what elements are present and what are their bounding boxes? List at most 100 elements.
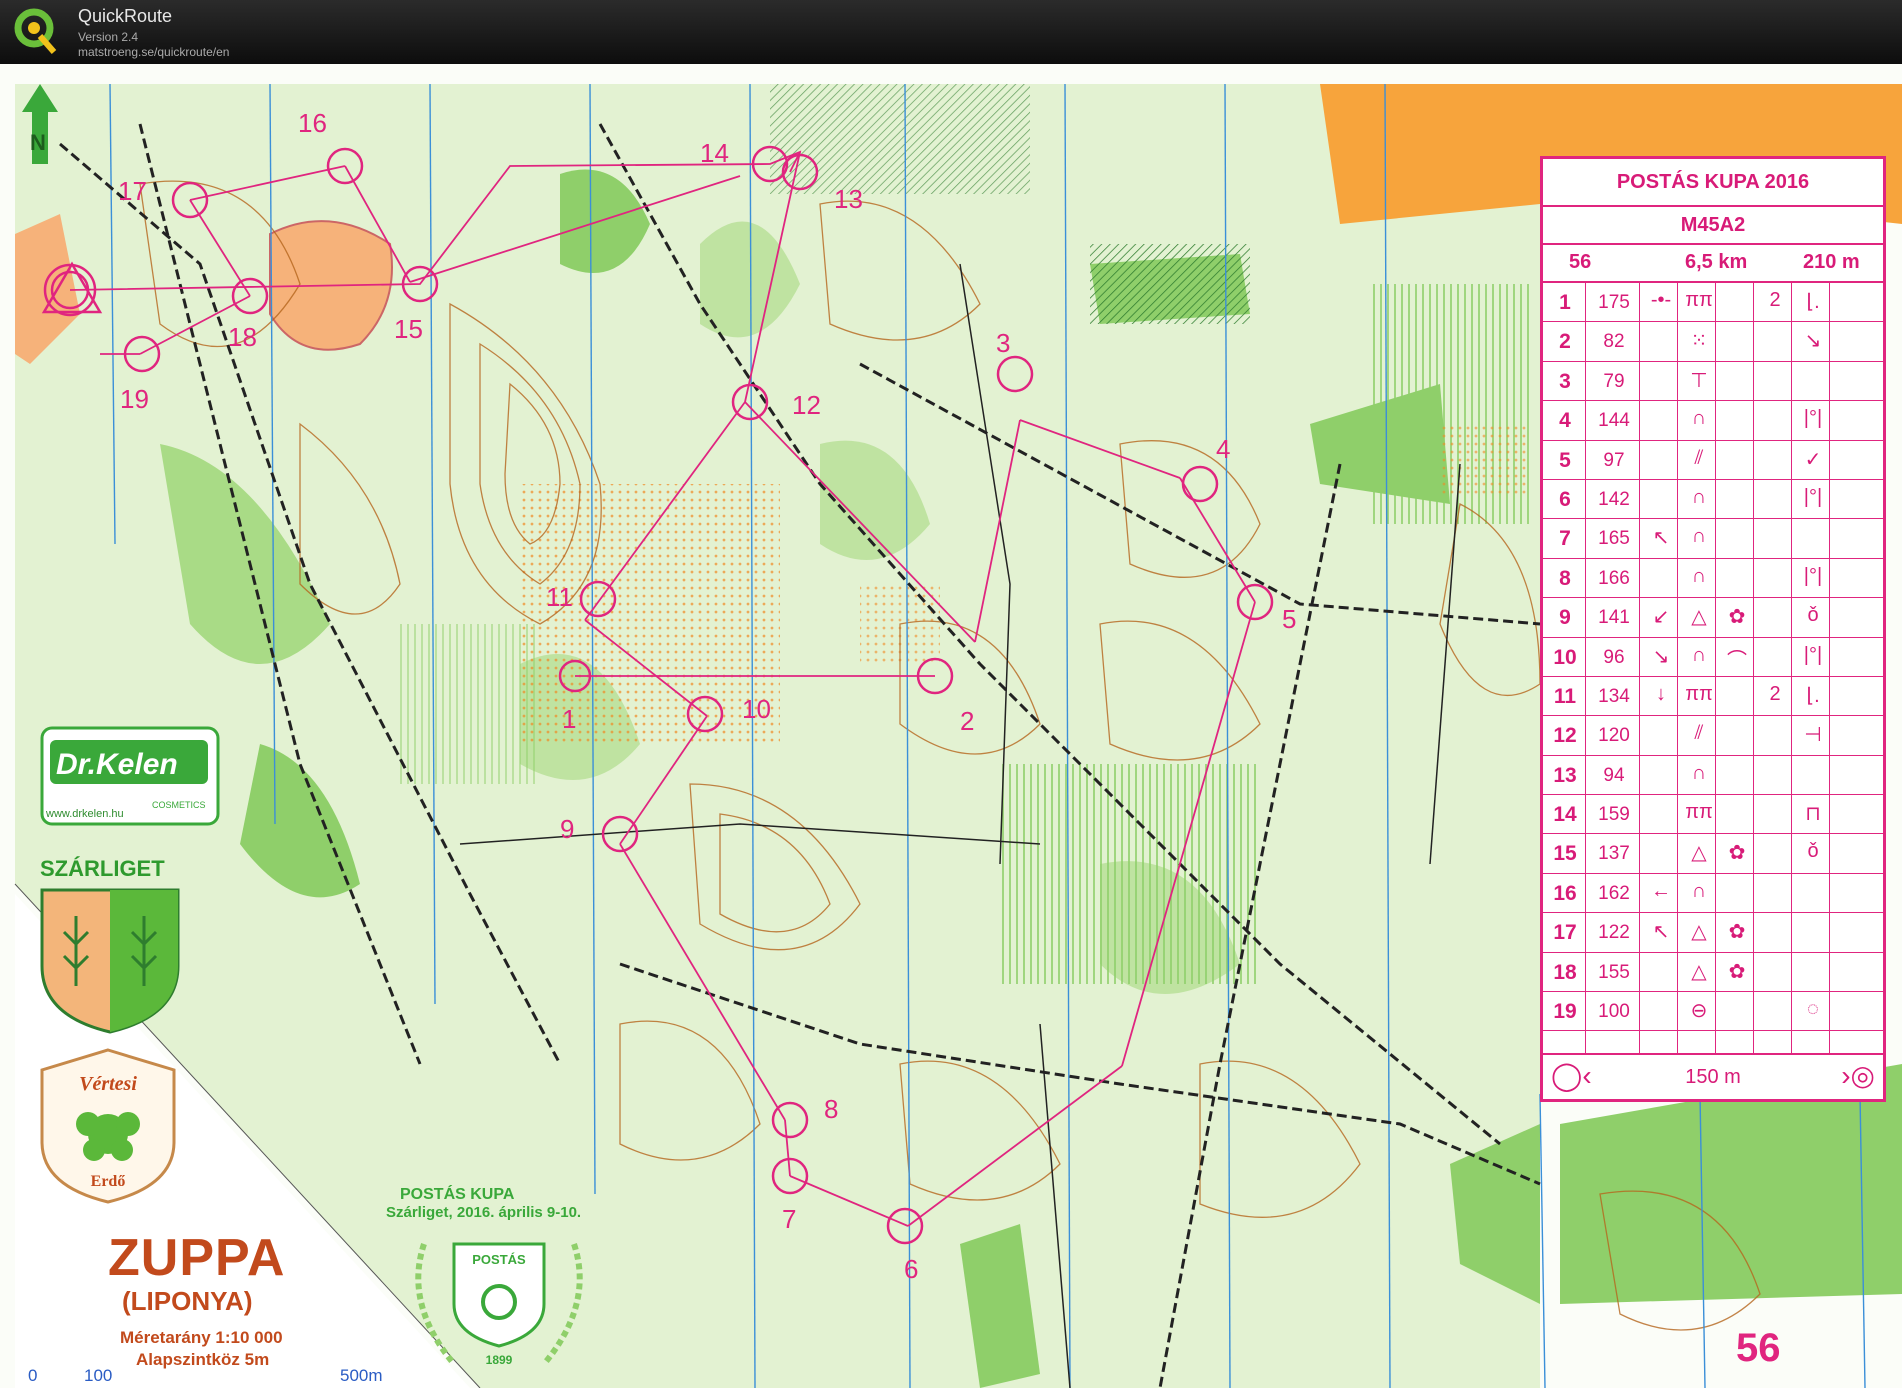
- control-label-17: 17: [118, 176, 147, 206]
- map-subtitle: (LIPONYA): [122, 1286, 253, 1316]
- control-order: 19: [1553, 1000, 1577, 1024]
- svg-text:N: N: [30, 130, 46, 155]
- course-number: 56: [1569, 251, 1592, 273]
- control-code: 159: [1598, 804, 1630, 826]
- control-code: 137: [1598, 843, 1630, 865]
- control-order: 3: [1559, 369, 1571, 393]
- control-label-3: 3: [996, 328, 1011, 358]
- description-row: 7 165 ↖ ∩: [1543, 519, 1883, 559]
- control-code: 166: [1598, 567, 1630, 589]
- scalebar-label-100: 100: [84, 1366, 113, 1385]
- control-code: 155: [1598, 961, 1630, 983]
- description-symbol: ↖: [1652, 527, 1670, 550]
- control-code: 142: [1598, 488, 1630, 510]
- description-row: 11 134 ↓ ππ 2 ⌊.: [1543, 677, 1883, 717]
- control-label-9: 9: [560, 814, 575, 844]
- description-symbol: |°|: [1803, 407, 1823, 430]
- quickroute-logo-icon: [14, 8, 57, 54]
- description-row: 2 82 ⁙ ↘: [1543, 322, 1883, 362]
- control-code: 175: [1598, 292, 1630, 313]
- description-symbol: ⫽: [1694, 722, 1704, 745]
- description-row: 1 175 -•- ππ 2 ⌊.: [1543, 283, 1883, 323]
- sponsor-tag-text: COSMETICS: [152, 800, 206, 810]
- description-symbol: △: [1691, 842, 1707, 865]
- control-order: 16: [1553, 881, 1577, 905]
- contour-interval: Alapszintköz 5m: [136, 1350, 270, 1369]
- description-symbol: |°|: [1803, 643, 1823, 666]
- orienteering-map[interactable]: N 1 2 3 4 5 6 7 8 9 10 11 12 13 14 15 16…: [0, 64, 1902, 1388]
- control-label-11: 11: [546, 582, 573, 612]
- description-symbol: ∩: [1691, 485, 1707, 508]
- postas-logo-year: 1899: [486, 1353, 513, 1367]
- control-order: 15: [1553, 842, 1577, 866]
- app-url[interactable]: matstroeng.se/quickroute/en: [78, 45, 229, 59]
- control-label-19: 19: [120, 384, 149, 414]
- control-label-18: 18: [228, 322, 257, 352]
- control-label-8: 8: [824, 1094, 839, 1124]
- control-label-6: 6: [904, 1254, 919, 1284]
- sponsor-url: www.drkelen.hu: [46, 808, 124, 820]
- description-symbol: ⌊.: [1806, 291, 1820, 313]
- app-version: Version 2.4: [78, 30, 139, 44]
- control-order: 4: [1559, 409, 1571, 433]
- control-description-sheet: POSTÁS KUPA 2016 M45A2 56 6,5 km 210 m 1…: [1540, 156, 1886, 1102]
- description-symbol: ∩: [1691, 643, 1707, 666]
- control-code: 162: [1598, 882, 1630, 904]
- description-symbol: △: [1691, 960, 1707, 983]
- course-climb: 210 m: [1803, 251, 1860, 273]
- control-label-7: 7: [782, 1204, 797, 1234]
- description-symbol: ∩: [1691, 761, 1707, 784]
- description-symbol: ✿: [1728, 842, 1746, 865]
- description-symbol: ↖: [1652, 921, 1670, 944]
- event-logo-title: POSTÁS KUPA: [400, 1186, 515, 1203]
- control-order: 14: [1553, 803, 1577, 827]
- control-order: 12: [1553, 724, 1577, 748]
- scalebar-label-500: 500m: [340, 1366, 383, 1385]
- control-order: 2: [1559, 330, 1571, 354]
- control-label-16: 16: [298, 108, 327, 138]
- description-symbol: ⌒: [1727, 649, 1747, 672]
- control-code: 97: [1603, 449, 1625, 471]
- app-name: QuickRoute: [78, 6, 173, 26]
- course-badge-number: 56: [1736, 1326, 1781, 1370]
- control-code: 144: [1598, 410, 1630, 432]
- control-label-2: 2: [960, 706, 975, 736]
- description-row: 5 97 ⫽ ✓: [1543, 441, 1883, 480]
- description-symbol: |°|: [1803, 485, 1823, 508]
- control-code: 94: [1603, 764, 1625, 786]
- description-row: 16 162 ← ∩: [1543, 874, 1883, 914]
- description-symbol: ππ: [1685, 801, 1713, 824]
- description-row: 19 100 ⊖ ◌: [1543, 992, 1883, 1032]
- description-row: 12 120 ⫽ ⊣: [1543, 716, 1883, 756]
- description-symbol: ↘: [1652, 645, 1670, 668]
- description-symbol: ⁙: [1690, 330, 1708, 353]
- description-symbol: ←: [1651, 879, 1671, 902]
- control-order: 8: [1559, 566, 1571, 590]
- forest-logo-top: Vértesi: [79, 1073, 137, 1095]
- description-row: 17 122 ↖ △ ✿: [1543, 913, 1883, 953]
- control-code: 100: [1598, 1001, 1630, 1023]
- description-row: 3 79 ⊤: [1543, 362, 1883, 402]
- map-scale: Méretarány 1:10 000: [120, 1328, 283, 1347]
- control-order: 6: [1559, 487, 1571, 511]
- description-symbol: △: [1691, 606, 1707, 629]
- description-symbol: ✿: [1728, 960, 1746, 983]
- description-row: 14 159 ππ ⊓: [1543, 795, 1883, 835]
- description-symbol: ⌊.: [1806, 684, 1820, 707]
- szarliget-coat-of-arms-icon: [40, 888, 180, 1034]
- description-symbol: 2: [1769, 289, 1781, 311]
- finish-right-icon: ›◎: [1841, 1060, 1875, 1091]
- control-code: 122: [1598, 922, 1630, 944]
- control-order: 18: [1553, 960, 1577, 984]
- description-symbol: ↙: [1652, 606, 1670, 629]
- scalebar-label-0: 0: [28, 1366, 38, 1385]
- control-order: 10: [1553, 645, 1577, 669]
- description-row: 18 155 △ ✿: [1543, 953, 1883, 993]
- sponsor-brand-text: Dr.Kelen: [56, 748, 178, 781]
- description-symbol: ∩: [1691, 525, 1707, 548]
- finish-distance: ◯‹ 150 m ›◎: [1543, 1053, 1883, 1099]
- description-symbol: ⊖: [1690, 1000, 1708, 1023]
- control-code: 79: [1603, 370, 1625, 392]
- description-row: 13 94 ∩: [1543, 756, 1883, 796]
- description-symbol: ππ: [1685, 682, 1713, 705]
